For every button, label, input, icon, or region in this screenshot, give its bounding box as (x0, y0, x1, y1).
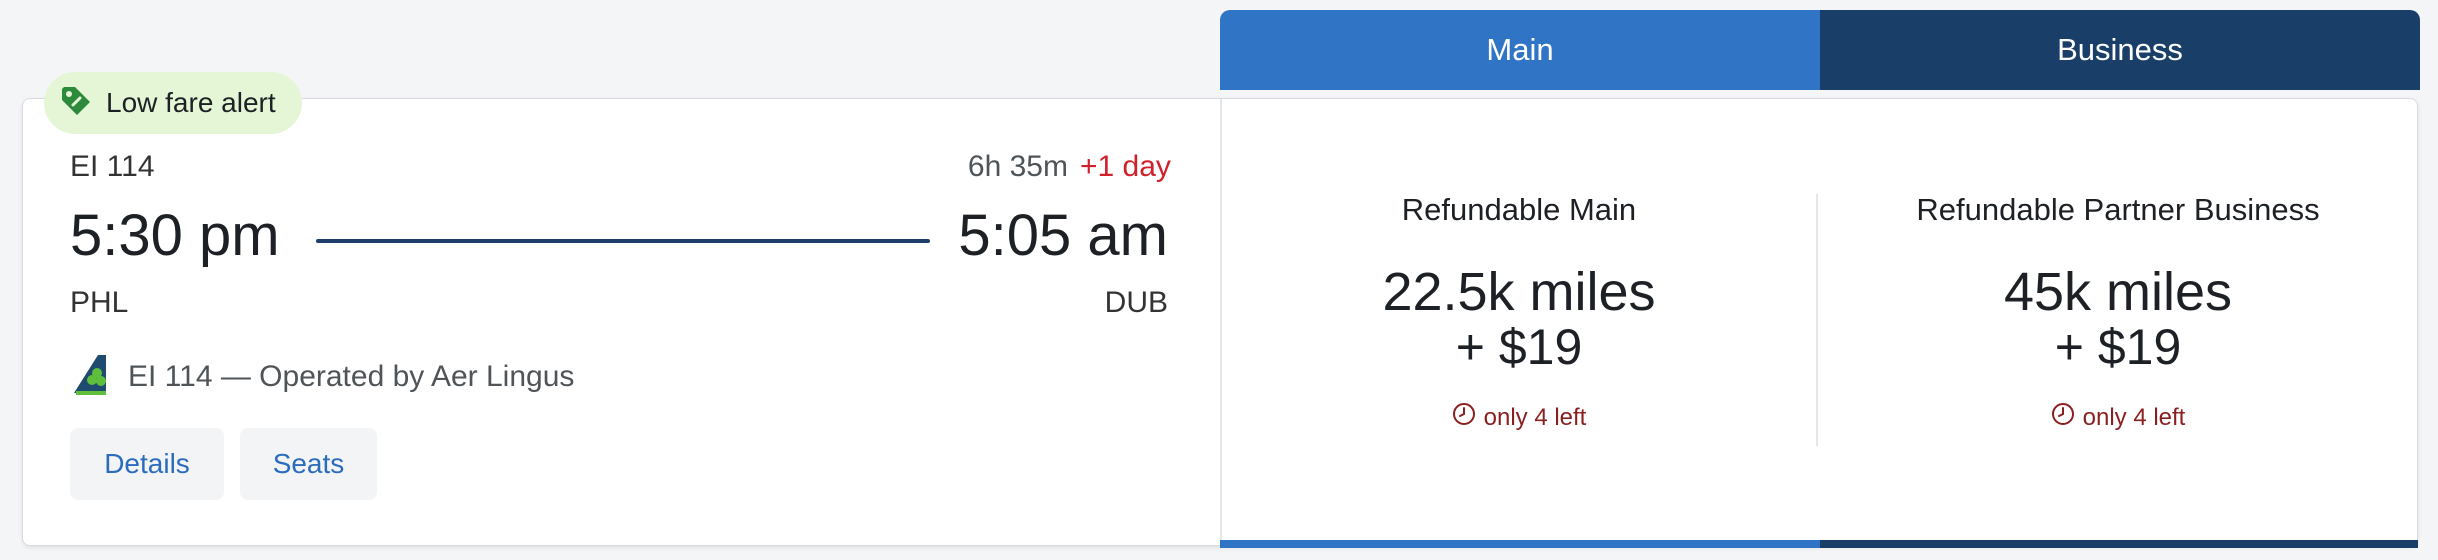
tab-business-cabin[interactable]: Business (1820, 10, 2420, 90)
fare-name: Refundable Partner Business (1916, 192, 2320, 227)
clock-icon (1452, 402, 1476, 433)
clock-icon (2051, 402, 2075, 433)
cabin-header: Main Business (1220, 10, 2420, 90)
flight-number: EI 114 (70, 150, 155, 183)
route-line (316, 239, 930, 243)
fare-tax: + $19 (2054, 319, 2182, 375)
arrival-time: 5:05 am (958, 203, 1168, 268)
operated-by: EI 114 — Operated by Aer Lingus (70, 353, 575, 402)
seats-button[interactable]: Seats (240, 428, 377, 500)
seats-left-text: only 4 left (1483, 403, 1587, 431)
tag-icon (58, 83, 94, 124)
origin-airport: PHL (70, 286, 129, 319)
operated-by-text: EI 114 — Operated by Aer Lingus (128, 360, 575, 393)
fare-name: Refundable Main (1401, 192, 1637, 227)
departure-time: 5:30 pm (70, 203, 280, 268)
destination-airport: DUB (1104, 286, 1168, 319)
tab-main-cabin[interactable]: Main (1220, 10, 1820, 90)
fare-miles: 45k miles (2003, 262, 2233, 322)
flight-duration: 6h 35m (967, 150, 1068, 183)
card-divider (1220, 99, 1222, 545)
seats-left: only 4 left (1224, 402, 1814, 433)
seats-left-text: only 4 left (2082, 403, 2186, 431)
aer-lingus-logo-icon (70, 353, 110, 402)
fare-tax: + $19 (1455, 319, 1583, 375)
main-cabin-bar (1220, 540, 1820, 548)
fare-option-business[interactable]: Refundable Partner Business 45k miles + … (1823, 180, 2413, 433)
low-fare-alert-badge: Low fare alert (44, 72, 302, 134)
day-offset: +1 day (1080, 150, 1171, 183)
fare-separator (1816, 194, 1818, 446)
seats-left: only 4 left (1823, 402, 2413, 433)
business-cabin-bar (1820, 540, 2418, 548)
fare-option-main[interactable]: Refundable Main 22.5k miles + $19 only 4… (1224, 180, 1814, 433)
details-button[interactable]: Details (70, 428, 224, 500)
fare-miles: 22.5k miles (1382, 262, 1656, 322)
badge-label: Low fare alert (106, 87, 276, 118)
